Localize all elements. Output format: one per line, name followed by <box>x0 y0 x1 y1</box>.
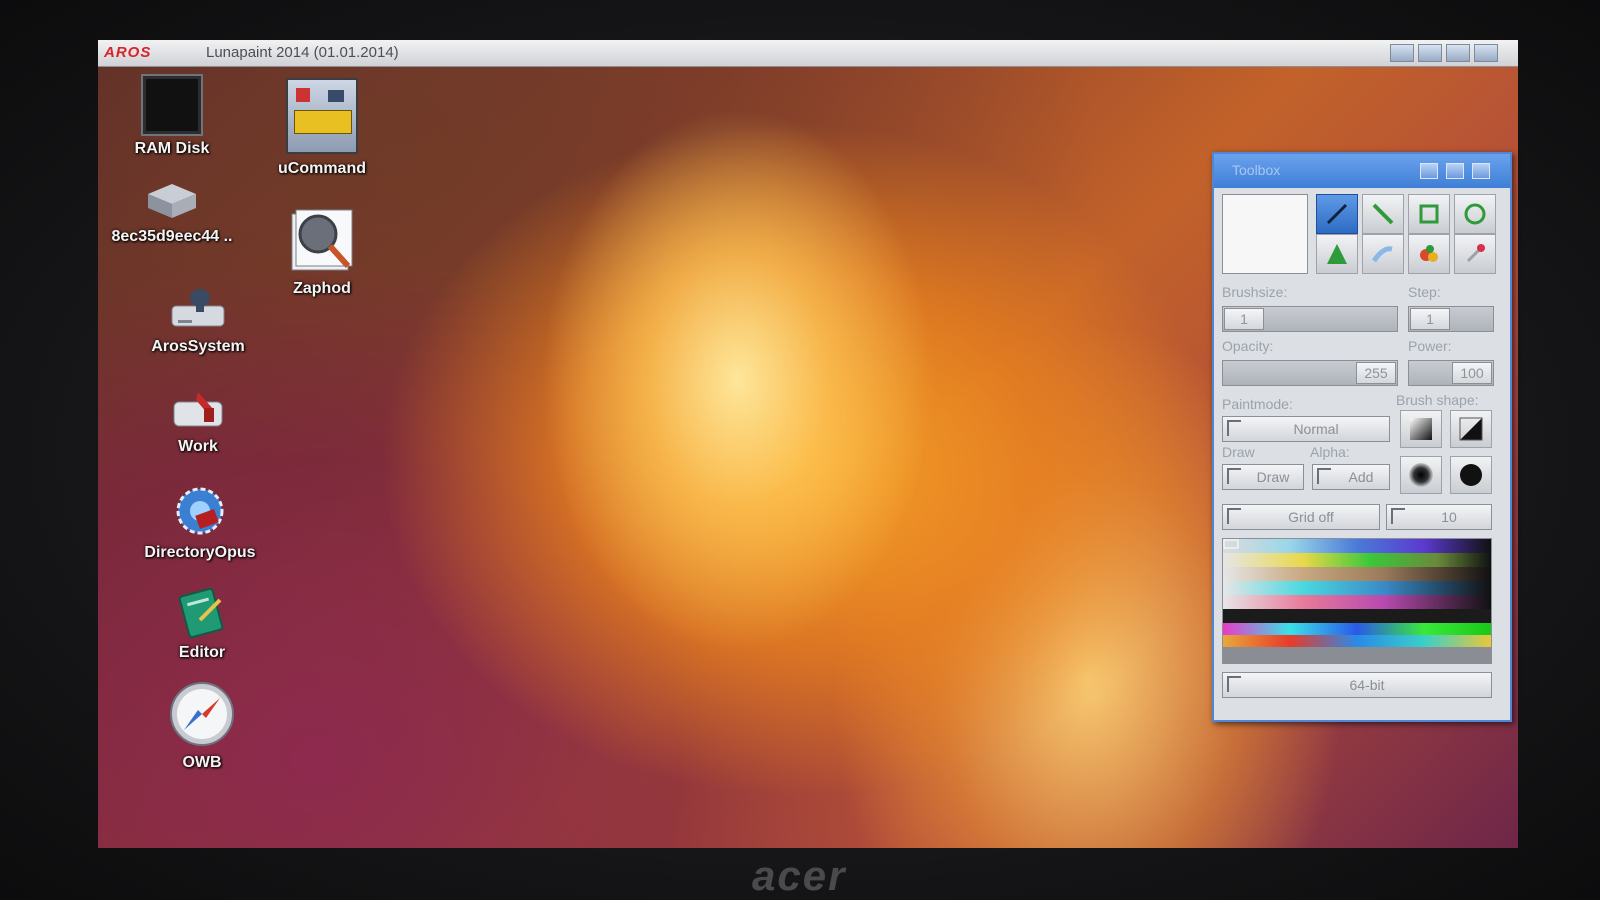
work-drive-icon <box>168 388 228 432</box>
desktop-icon-directoryopus[interactable]: DirectoryOpus <box>130 484 270 562</box>
icon-label: DirectoryOpus <box>144 544 256 561</box>
desktop-icon-editor[interactable]: Editor <box>132 586 272 662</box>
picker-tool-icon[interactable] <box>1454 234 1496 274</box>
screen-title-bar[interactable]: AROS Lunapaint 2014 (01.01.2014) <box>98 40 1518 67</box>
desktop-icon-arossystem[interactable]: ArosSystem <box>128 284 268 356</box>
colorize-tool-icon[interactable] <box>1408 234 1450 274</box>
editor-icon <box>176 586 228 639</box>
brushsize-slider[interactable]: 1 <box>1222 306 1398 332</box>
icon-label: OWB <box>182 754 222 771</box>
opacity-label: Opacity: <box>1222 338 1274 354</box>
depth-gadget-icon[interactable] <box>1472 163 1490 179</box>
circle-tool-icon[interactable] <box>1454 194 1496 234</box>
brushsize-value[interactable]: 1 <box>1224 308 1264 330</box>
monitor-brand-logo: acer <box>752 852 847 899</box>
desktop-icon-owb[interactable]: OWB <box>132 680 272 772</box>
color-depth-cycle[interactable]: 64-bit <box>1222 672 1492 698</box>
grid-value: Grid off <box>1288 509 1334 525</box>
active-program-title: Lunapaint 2014 (01.01.2014) <box>206 44 399 61</box>
directory-opus-icon <box>173 484 227 538</box>
ram-disk-icon <box>143 76 201 134</box>
draw-value: Draw <box>1256 469 1290 485</box>
step-value[interactable]: 1 <box>1410 308 1450 330</box>
zoom-gadget-icon[interactable] <box>1446 44 1470 62</box>
icon-label: Work <box>178 438 218 455</box>
icon-label: Editor <box>178 644 226 661</box>
power-value[interactable]: 100 <box>1452 362 1492 384</box>
desktop-icon-hard-drive[interactable]: 8ec35d9eec44 .. <box>102 180 242 246</box>
cycle-icon <box>1227 676 1241 692</box>
grid-size-value: 10 <box>1441 509 1457 525</box>
screen-gadgets <box>1390 44 1498 62</box>
step-label: Step: <box>1408 284 1441 300</box>
grid-size-cycle[interactable]: 10 <box>1386 504 1492 530</box>
alpha-cycle[interactable]: Add <box>1312 464 1390 490</box>
toolbox-title: Toolbox <box>1232 162 1281 178</box>
window-gadget-icon[interactable] <box>1474 44 1498 62</box>
line-tool-icon[interactable] <box>1362 194 1404 234</box>
fill-tool-icon[interactable] <box>1316 234 1358 274</box>
brush-shape-round-soft[interactable] <box>1400 456 1442 494</box>
paintmode-label: Paintmode: <box>1222 396 1293 412</box>
desktop-icon-ucommand[interactable]: uCommand <box>252 78 392 178</box>
brush-preview <box>1222 194 1308 274</box>
depth-gadget-icon[interactable] <box>1390 44 1414 62</box>
desktop-icon-zaphod[interactable]: Zaphod <box>252 204 392 298</box>
cycle-icon <box>1227 468 1241 484</box>
zaphod-icon <box>286 204 358 274</box>
brushsize-label: Brushsize: <box>1222 284 1288 300</box>
cycle-icon <box>1391 508 1405 524</box>
step-slider[interactable]: 1 <box>1408 306 1494 332</box>
icon-label: 8ec35d9eec44 .. <box>111 228 233 245</box>
power-label: Power: <box>1408 338 1452 354</box>
power-slider[interactable]: 100 <box>1408 360 1494 386</box>
icon-label: RAM Disk <box>134 140 210 157</box>
compass-browser-icon <box>168 680 236 748</box>
opacity-value[interactable]: 255 <box>1356 362 1396 384</box>
opacity-slider[interactable]: 255 <box>1222 360 1398 386</box>
toolbox-title-bar[interactable]: Toolbox <box>1214 154 1510 188</box>
icon-label: uCommand <box>278 160 366 177</box>
paintmode-cycle[interactable]: Normal <box>1222 416 1390 442</box>
alpha-label: Alpha: <box>1310 444 1350 460</box>
grid-cycle[interactable]: Grid off <box>1222 504 1380 530</box>
icon-label: Zaphod <box>293 280 351 297</box>
draw-label: Draw <box>1222 444 1255 460</box>
draw-cycle[interactable]: Draw <box>1222 464 1304 490</box>
aros-logo[interactable]: AROS <box>104 43 174 63</box>
paintmode-value: Normal <box>1293 421 1339 437</box>
toolbox-window[interactable]: Toolbox Brushsize: Step: 1 1 Opacity: Po… <box>1212 152 1512 722</box>
screen-gadget-icon[interactable] <box>1418 44 1442 62</box>
desktop-icon-work[interactable]: Work <box>128 388 268 456</box>
brush-shape-label: Brush shape: <box>1396 392 1479 408</box>
icon-label: ArosSystem <box>151 338 245 355</box>
desktop-icon-ram-disk[interactable]: RAM Disk <box>102 76 242 158</box>
color-palette[interactable] <box>1222 538 1492 664</box>
brush-shape-square-soft[interactable] <box>1400 410 1442 448</box>
brush-tool-icon[interactable] <box>1316 194 1358 234</box>
ucommand-icon <box>286 78 358 154</box>
color-depth-value: 64-bit <box>1349 677 1385 693</box>
brush-shape-round-hard[interactable] <box>1450 456 1492 494</box>
cycle-icon <box>1317 468 1331 484</box>
iconify-gadget-icon[interactable] <box>1420 163 1438 179</box>
hard-drive-icon <box>144 180 200 222</box>
system-drive-icon <box>168 284 228 332</box>
brush-shape-square-hard[interactable] <box>1450 410 1492 448</box>
zoom-gadget-icon[interactable] <box>1446 163 1464 179</box>
smudge-tool-icon[interactable] <box>1362 234 1404 274</box>
cycle-icon <box>1227 508 1241 524</box>
cycle-icon <box>1227 420 1241 436</box>
alpha-value: Add <box>1348 469 1374 485</box>
rectangle-tool-icon[interactable] <box>1408 194 1450 234</box>
